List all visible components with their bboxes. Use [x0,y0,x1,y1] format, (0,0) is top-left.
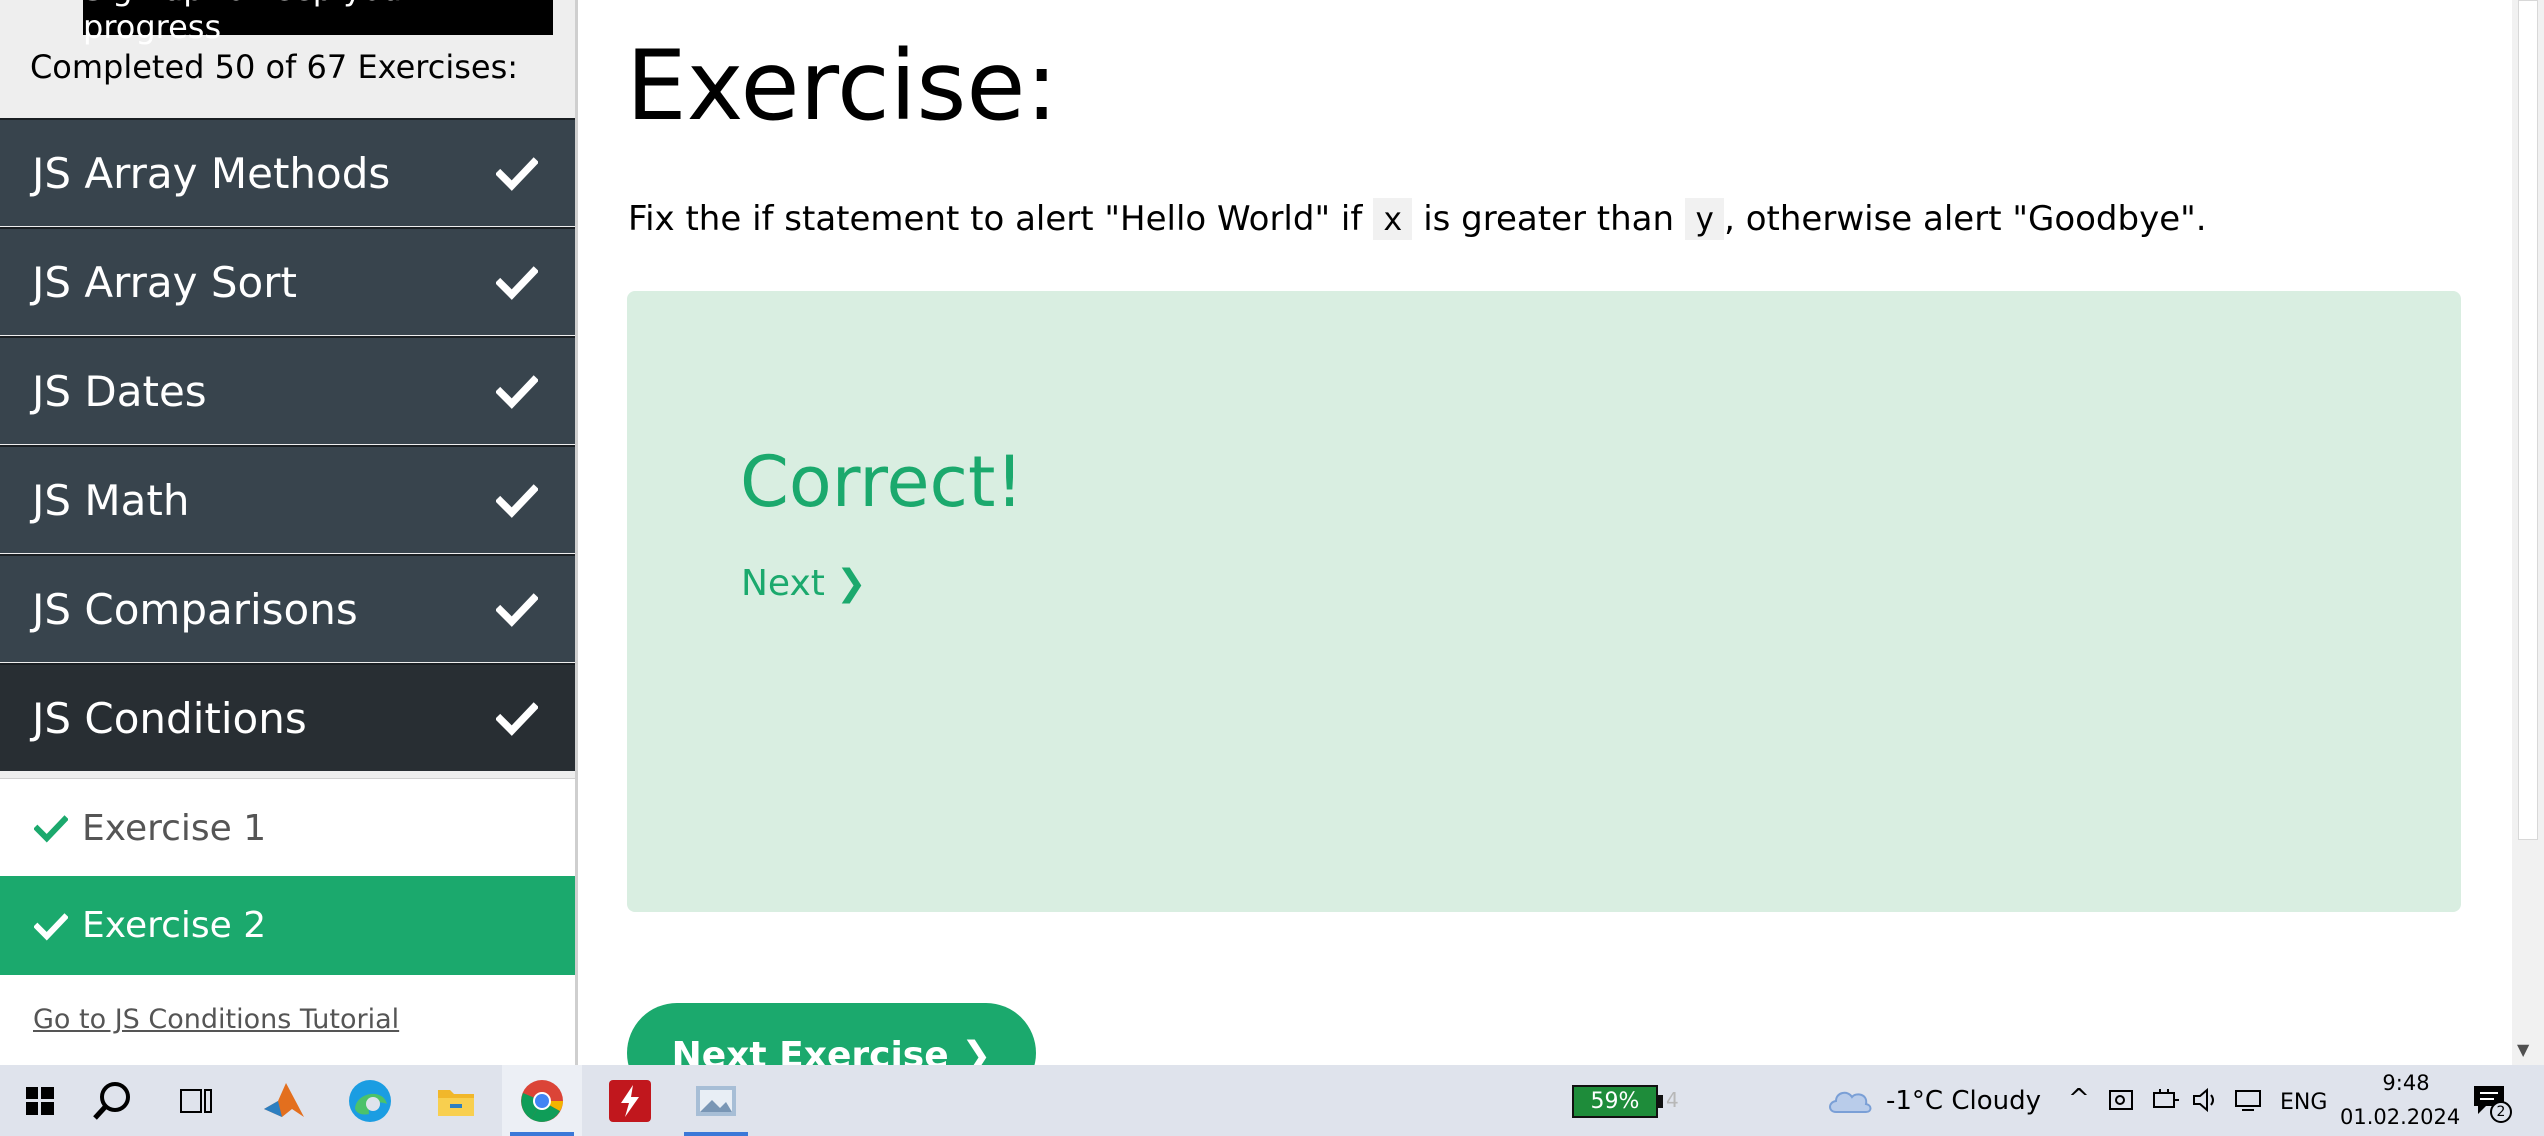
topic-label: JS Conditions [32,693,307,743]
check-icon [496,261,538,303]
instruction-text: is greater than [1412,199,1685,239]
sidebar: Sign up to keep your progress Completed … [0,0,578,1065]
topic-label: JS Array Methods [32,148,391,198]
exercise-label: Exercise 1 [82,807,267,849]
language-indicator[interactable]: ENG [2280,1090,2327,1115]
topic-label: JS Comparisons [32,584,358,634]
tutorial-link[interactable]: Go to JS Conditions Tutorial [33,1004,399,1035]
topic-label: JS Math [32,475,190,525]
topic-js-comparisons[interactable]: JS Comparisons [0,554,575,662]
clock-time[interactable]: 9:48 [2356,1071,2456,1095]
check-icon [496,152,538,194]
topic-js-conditions[interactable]: JS Conditions [0,663,575,771]
instruction-text: , otherwise alert "Goodbye". [1724,199,2207,239]
search-icon[interactable] [72,1065,152,1136]
check-icon [496,370,538,412]
code-y: y [1684,198,1725,240]
correct-message: Correct! [740,441,1024,523]
exercise-label: Exercise 2 [82,905,267,946]
task-view-icon[interactable] [156,1065,236,1136]
check-icon [496,479,538,521]
result-panel [627,291,2461,912]
matlab-icon[interactable] [244,1065,324,1136]
sidebar-exercise-2[interactable]: Exercise 2 [0,876,575,975]
scroll-down-arrow-icon[interactable]: ▼ [2517,1040,2529,1059]
pdf-reader-icon[interactable] [590,1065,670,1136]
topic-js-dates[interactable]: JS Dates [0,336,575,444]
scrollbar-thumb[interactable] [2518,0,2538,840]
check-icon [34,909,68,943]
progress-text: Completed 50 of 67 Exercises: [29,48,519,86]
instruction-text: Fix the if statement to alert "Hello Wor… [628,199,1374,239]
meet-now-icon[interactable] [2108,1087,2136,1117]
sidebar-exercise-1[interactable]: Exercise 1 [0,778,575,877]
clock-date[interactable]: 01.02.2024 [2340,1105,2460,1129]
start-icon[interactable] [0,1065,80,1136]
speaker-icon[interactable] [2192,1087,2220,1117]
topic-js-array-methods[interactable]: JS Array Methods [0,118,575,226]
check-icon [496,697,538,739]
topic-js-math[interactable]: JS Math [0,445,575,553]
topic-label: JS Array Sort [32,257,297,307]
network-icon[interactable] [2234,1087,2264,1117]
battery-indicator[interactable]: 59% [1572,1085,1658,1118]
exercise-instruction: Fix the if statement to alert "Hello Wor… [628,198,2207,240]
cloud-icon[interactable] [1826,1084,1874,1118]
image-viewer-icon[interactable] [676,1065,756,1136]
check-icon [34,811,68,845]
file-explorer-icon[interactable] [416,1065,496,1136]
weather-text[interactable]: -1°C Cloudy [1886,1086,2041,1116]
code-x: x [1373,198,1413,240]
notification-badge: 2 [2490,1101,2512,1123]
signup-button[interactable]: Sign up to keep your progress [83,0,553,46]
page-title: Exercise: [626,30,1058,142]
chrome-icon[interactable] [502,1065,582,1136]
check-icon [496,588,538,630]
chevron-up-icon[interactable]: ^ [2068,1084,2090,1114]
battery-extra: 4 [1666,1088,1679,1112]
edge-icon[interactable] [330,1065,410,1136]
topic-label: JS Dates [32,366,207,416]
next-link[interactable]: Next ❯ [741,563,866,604]
topic-js-array-sort[interactable]: JS Array Sort [0,227,575,335]
battery-tip [1658,1095,1663,1108]
power-plug-icon[interactable] [2150,1087,2180,1117]
